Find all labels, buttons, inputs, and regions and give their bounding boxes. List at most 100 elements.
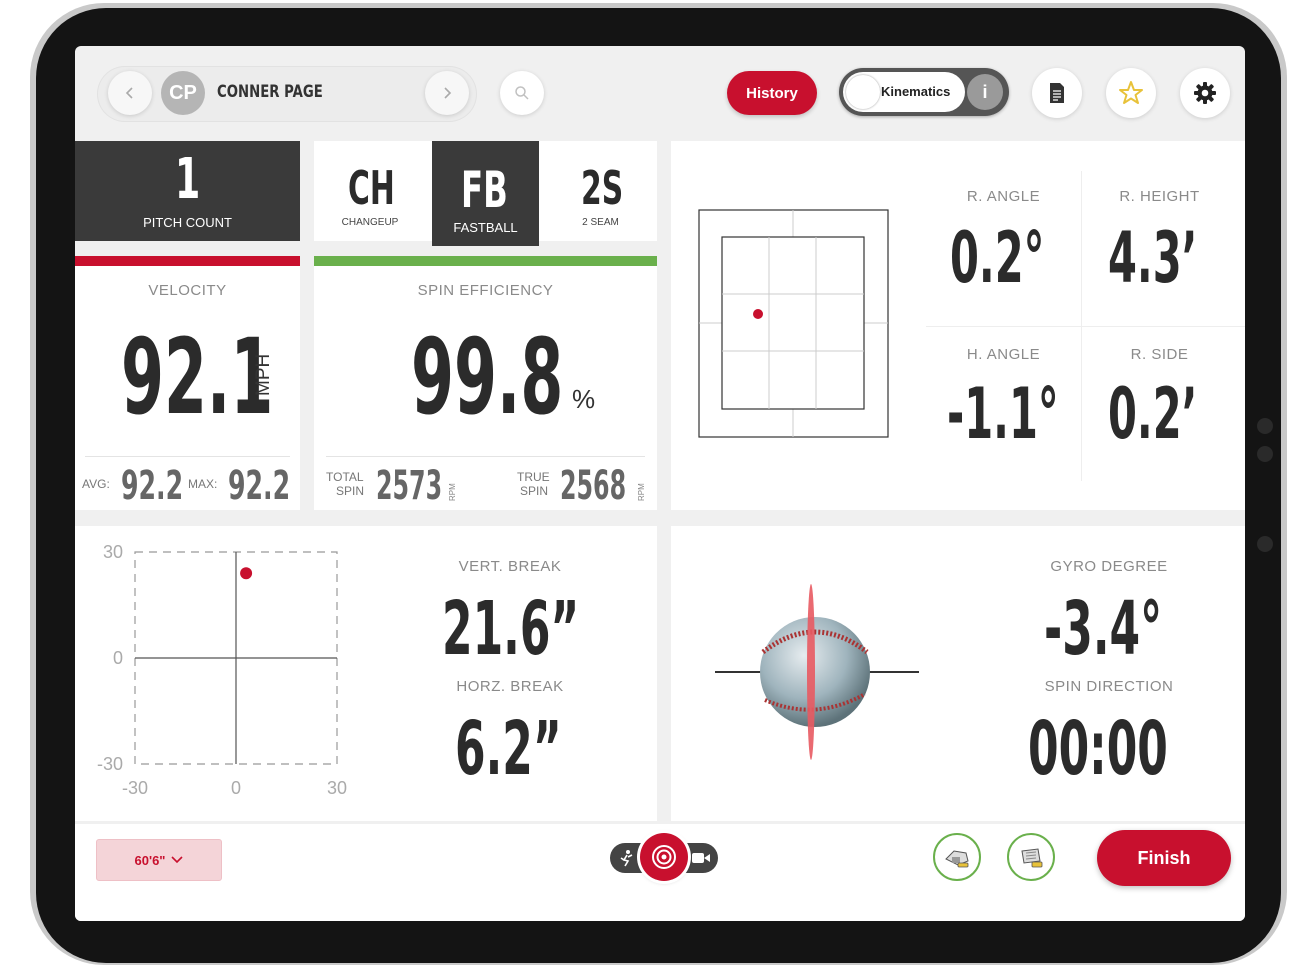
velocity-card: VELOCITY 92.1 MPH AVG: 92.2 MAX: 92.2 [75, 256, 300, 510]
pitcher-mode-icon[interactable] [615, 846, 639, 870]
h-angle-value: -1.1° [947, 373, 1059, 455]
pitch-type-code: 2S [581, 161, 624, 215]
pitcher-icon [620, 850, 633, 867]
release-grid-hline [926, 326, 1245, 327]
search-icon [515, 86, 529, 100]
avatar-initials: CP [169, 81, 197, 104]
velocity-max-label: MAX: [188, 477, 218, 491]
spin-status-bar [314, 256, 657, 266]
true-spin-value: 2568 [560, 463, 627, 509]
velocity-unit: MPH [253, 353, 274, 396]
pitch-count-tile: 1 PITCH COUNT [75, 141, 300, 241]
velocity-avg-label: AVG: [82, 477, 110, 491]
finish-button[interactable]: Finish [1097, 830, 1231, 886]
spin-efficiency-value: 99.8 [411, 316, 564, 438]
r-side-label: R. SIDE [1130, 346, 1189, 363]
total-spin-value: 2573 [376, 463, 443, 509]
break-point [240, 567, 253, 580]
vert-break-label: VERT. BREAK [458, 558, 562, 575]
tablet-side-button [1257, 446, 1273, 462]
report-button[interactable] [1032, 68, 1082, 118]
kinematics-toggle[interactable]: Kinematics i [839, 68, 1009, 116]
gyro-degree-label: GYRO DEGREE [1050, 558, 1168, 575]
pitch-type-2seam[interactable]: 2S 2 SEAM [544, 141, 657, 241]
horz-break-value: 6.2” [455, 706, 562, 792]
break-plot: 30 0 -30 -30 0 30 [97, 542, 347, 798]
pitch-type-name: CHANGEUP [341, 217, 399, 228]
distance-dropdown[interactable]: 60'6" [96, 839, 222, 881]
tablet-side-button [1257, 418, 1273, 434]
spin-efficiency-unit: % [572, 384, 596, 414]
spin-divider [326, 456, 645, 457]
distance-value: 60'6" [134, 852, 166, 868]
radar-device-icon [945, 850, 969, 868]
favorite-button[interactable] [1106, 68, 1156, 118]
pitch-type-fastball[interactable]: FB FASTBALL [432, 141, 539, 246]
r-height-value: 4.3’ [1108, 217, 1198, 299]
pitch-count-value: 1 [175, 147, 201, 212]
horz-break-label: HORZ. BREAK [456, 678, 564, 695]
spin-direction-label: SPIN DIRECTION [1044, 678, 1174, 695]
velocity-title: VELOCITY [148, 282, 227, 299]
target-icon [652, 845, 676, 869]
vert-break-value: 21.6” [442, 586, 580, 672]
gear-icon [1194, 82, 1216, 104]
x-tick-label: 30 [327, 778, 347, 798]
y-tick-label: 0 [113, 648, 123, 668]
r-side-value: 0.2’ [1108, 373, 1198, 455]
velocity-max-value: 92.2 [228, 463, 291, 509]
toggle-knob [846, 75, 880, 109]
break-card: 30 0 -30 -30 0 30 VERT. BREAK 21.6” HORZ. BRE… [75, 526, 657, 821]
camera-device-icon [1021, 848, 1043, 868]
y-tick-label: -30 [97, 754, 123, 774]
total-spin-label-1: TOTAL [326, 470, 364, 484]
velocity-avg-value: 92.2 [121, 463, 184, 509]
r-height-label: R. HEIGHT [1119, 188, 1200, 205]
pitch-type-name: 2 SEAM [582, 217, 619, 228]
document-icon [1050, 83, 1064, 103]
device-status-1[interactable] [933, 833, 981, 881]
velocity-value: 92.1 [121, 316, 274, 438]
history-label: History [746, 84, 798, 102]
release-card: R. ANGLE 0.2° R. HEIGHT 4.3’ H. ANGLE -1… [671, 141, 1245, 510]
target-mode-button[interactable] [640, 833, 688, 881]
tablet-side-button [1257, 536, 1273, 552]
player-name: CONNER PAGE [217, 82, 323, 102]
info-icon[interactable]: i [967, 74, 1003, 110]
video-camera-icon [692, 853, 710, 863]
pitch-type-changeup[interactable]: CH CHANGEUP [314, 141, 426, 241]
star-icon [1119, 81, 1143, 104]
pitch-location-marker [753, 309, 763, 319]
info-glyph: i [982, 81, 988, 102]
true-spin-rpm: RPM [637, 483, 646, 501]
prev-player-button[interactable] [108, 71, 152, 115]
device-status-2[interactable] [1007, 833, 1055, 881]
pitch-type-name: FASTBALL [453, 220, 518, 235]
pitch-type-selector: CH CHANGEUP FB FASTBALL 2S 2 SEAM [314, 141, 657, 246]
h-angle-label: H. ANGLE [966, 346, 1041, 363]
next-player-button[interactable] [425, 71, 469, 115]
search-button[interactable] [500, 71, 544, 115]
pitch-count-label: PITCH COUNT [143, 215, 232, 230]
y-tick-label: 30 [103, 542, 123, 562]
true-spin-label-2: SPIN [520, 484, 549, 498]
velocity-divider [85, 456, 290, 457]
spin-card: GYRO DEGREE -3.4° SPIN DIRECTION 00:00 [671, 526, 1245, 821]
total-spin-rpm: RPM [448, 483, 457, 501]
video-mode-icon[interactable] [689, 846, 713, 870]
total-spin-label-2: SPIN [336, 484, 365, 498]
kinematics-toggle-pill: Kinematics [843, 72, 965, 112]
baseball-spin-visual [715, 584, 919, 760]
pitch-type-code: FB [461, 161, 508, 219]
spin-efficiency-title: SPIN EFFICIENCY [417, 282, 554, 299]
history-button[interactable]: History [727, 71, 817, 115]
x-tick-label: 0 [231, 778, 241, 798]
chevron-left-icon [125, 87, 133, 99]
kinematics-label: Kinematics [881, 84, 951, 99]
gyro-degree-value: -3.4° [1044, 586, 1163, 672]
x-tick-label: -30 [122, 778, 148, 798]
pitch-type-code: CH [348, 161, 395, 215]
spin-efficiency-card: SPIN EFFICIENCY 99.8 % TOTAL SPIN 2573 R… [314, 256, 657, 510]
avatar: CP [161, 71, 205, 115]
settings-button[interactable] [1180, 68, 1230, 118]
